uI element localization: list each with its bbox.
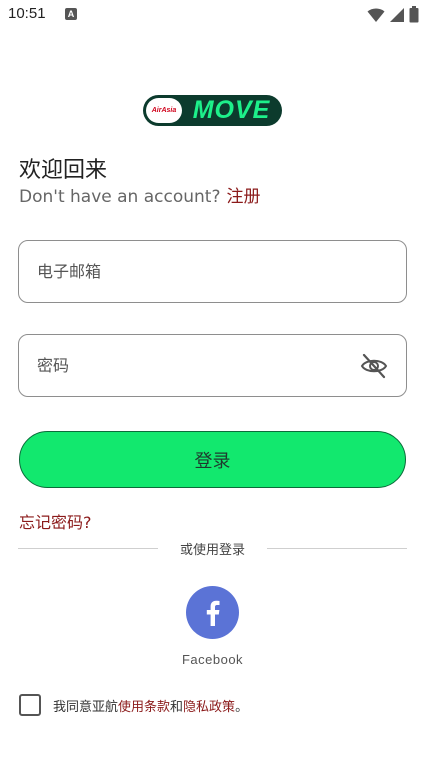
facebook-label: Facebook: [181, 652, 244, 667]
facebook-login-button[interactable]: [186, 586, 239, 639]
terms-agreement: 我同意亚航使用条款和隐私政策。: [19, 693, 248, 717]
privacy-policy-link[interactable]: 隐私政策: [183, 700, 235, 715]
welcome-title: 欢迎回来: [19, 158, 108, 183]
battery-icon: [409, 6, 419, 23]
move-wordmark: MOVE: [192, 96, 271, 124]
login-button[interactable]: 登录: [19, 431, 406, 488]
wifi-icon: [367, 8, 385, 22]
no-account-text: Don't have an account?: [19, 187, 221, 207]
email-field[interactable]: [18, 240, 407, 303]
password-input[interactable]: [37, 335, 357, 396]
terms-prefix: 我同意亚航: [53, 699, 119, 715]
terms-suffix: 。: [235, 699, 249, 715]
terms-text: 我同意亚航使用条款和隐私政策。: [53, 696, 248, 715]
signup-prompt: Don't have an account? 注册: [19, 182, 260, 207]
email-input[interactable]: [37, 241, 357, 302]
divider-right: [267, 548, 407, 549]
status-bar: 10:51 A: [0, 0, 425, 30]
status-icons: [367, 6, 419, 23]
terms-of-use-link[interactable]: 使用条款: [118, 700, 170, 715]
terms-and: 和: [170, 699, 184, 715]
social-login-divider-text: 或使用登录: [179, 543, 245, 558]
terms-checkbox[interactable]: [19, 694, 41, 716]
status-time: 10:51: [8, 5, 46, 22]
airasia-move-logo: AirAsia MOVE: [143, 95, 282, 126]
cell-signal-icon: [390, 7, 404, 22]
facebook-icon: [206, 600, 219, 626]
notification-icon: A: [65, 8, 77, 20]
forgot-password-link[interactable]: 忘记密码?: [19, 509, 92, 533]
toggle-password-visibility-button[interactable]: [360, 353, 388, 379]
divider-left: [18, 548, 158, 549]
eye-off-icon: [360, 353, 388, 379]
password-field[interactable]: [18, 334, 407, 397]
register-link[interactable]: 注册: [226, 187, 260, 207]
airasia-badge: AirAsia: [146, 98, 182, 123]
